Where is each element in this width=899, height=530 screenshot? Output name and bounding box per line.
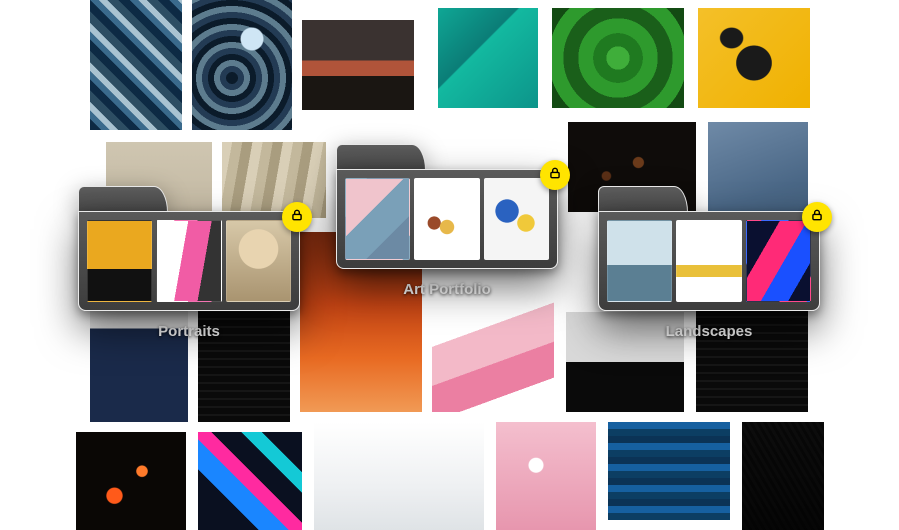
thumb-woman-sunglasses (226, 220, 291, 302)
thumb-mannequin-yellow-jacket (87, 220, 152, 302)
lock-badge (540, 160, 570, 190)
folder-label: Art Portfolio (336, 281, 558, 298)
folder-portraits[interactable]: Portraits (78, 186, 300, 340)
folder-tab (598, 186, 688, 212)
lock-icon (548, 166, 562, 185)
lock-icon (290, 208, 304, 227)
folder-label: Portraits (78, 323, 300, 340)
lock-badge (802, 202, 832, 232)
folder-art-portfolio[interactable]: Art Portfolio (336, 144, 558, 298)
lock-icon (810, 208, 824, 227)
folder-tab (336, 144, 426, 170)
folder-label: Landscapes (598, 323, 820, 340)
thumb-abstract-neon-light (746, 220, 811, 302)
folder-body (78, 211, 300, 311)
thumb-arches-yellow (676, 220, 741, 302)
folder-body (598, 211, 820, 311)
thumb-pastel-collage (345, 178, 410, 260)
thumb-cone-shapes-white (414, 178, 479, 260)
lock-badge (282, 202, 312, 232)
thumb-umbrella-minimal (607, 220, 672, 302)
folder-body (336, 169, 558, 269)
thumb-spheres-still-life (484, 178, 549, 260)
folder-landscapes[interactable]: Landscapes (598, 186, 820, 340)
thumb-people-pink-fabric (156, 220, 221, 302)
folder-tab (78, 186, 168, 212)
folders-layer: Portraits Art Portfolio Landscapes (0, 0, 899, 530)
